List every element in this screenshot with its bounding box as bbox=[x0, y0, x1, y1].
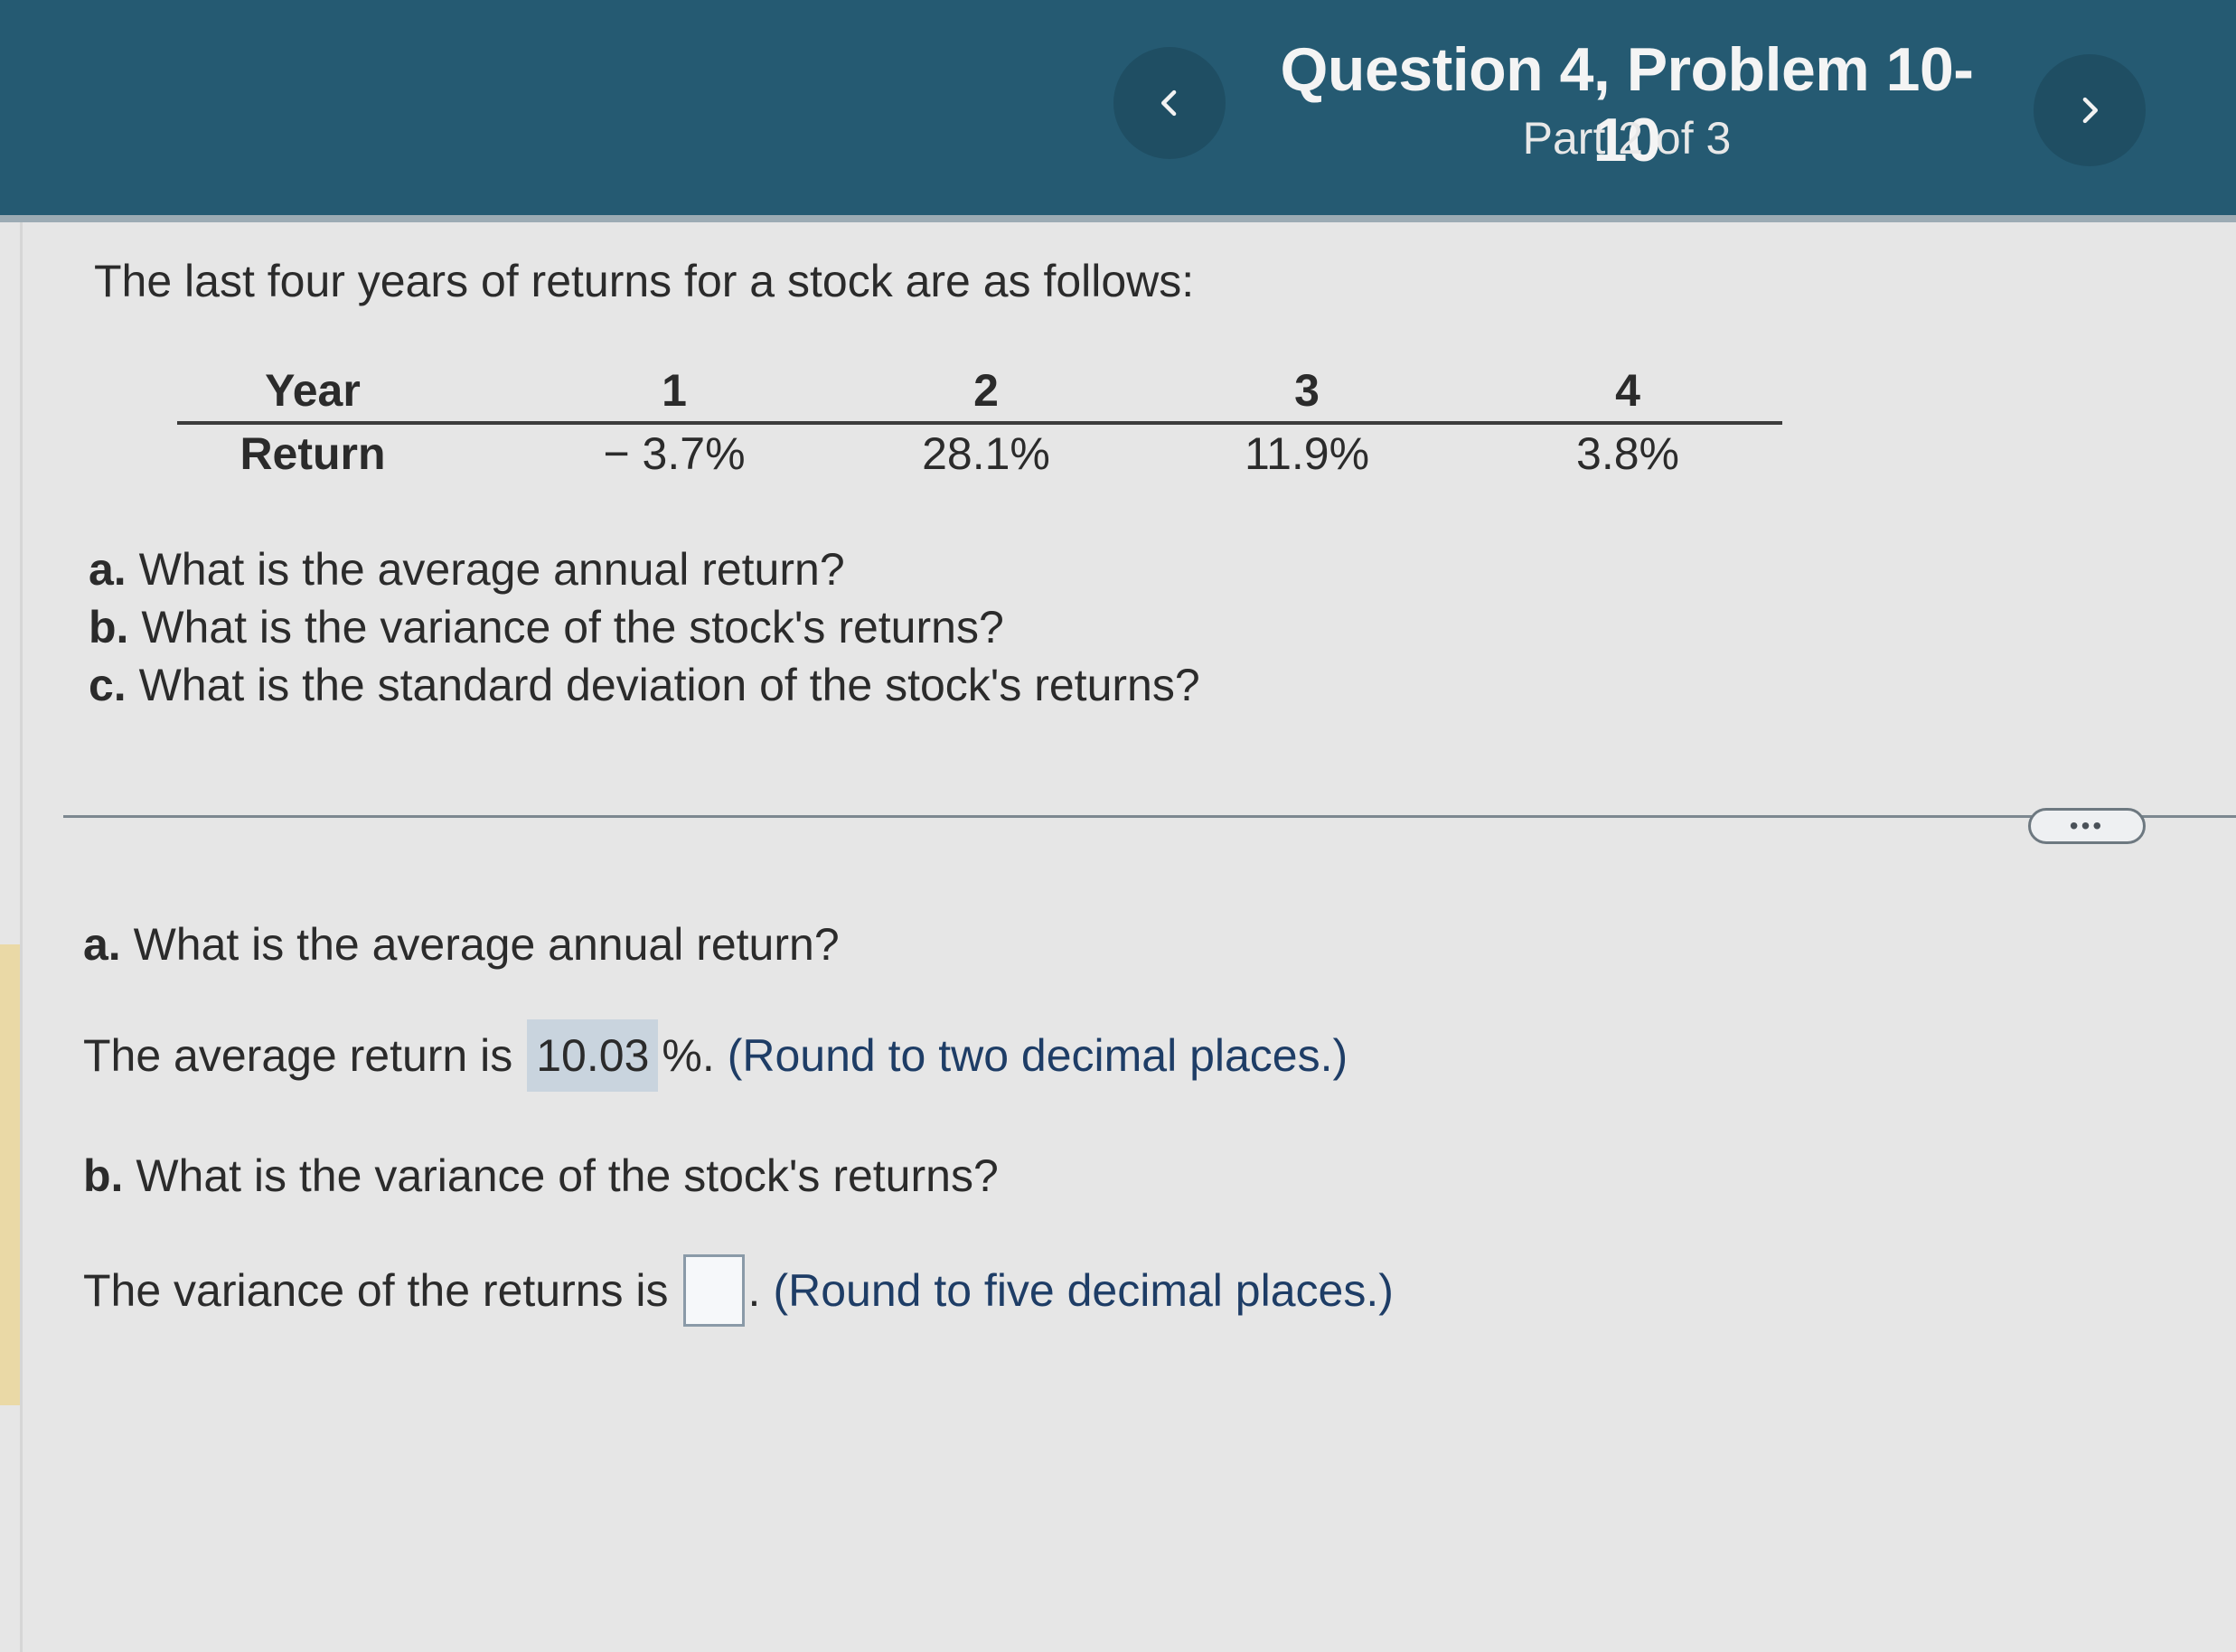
left-border bbox=[20, 221, 23, 1652]
rounding-hint: (Round to five decimal places.) bbox=[773, 1265, 1394, 1316]
header-shadow bbox=[0, 215, 2236, 222]
rounding-hint: (Round to two decimal places.) bbox=[727, 1030, 1348, 1081]
chevron-right-icon bbox=[2082, 97, 2099, 124]
part-a-answer-line: The average return is 10.03 %. (Round to… bbox=[83, 1019, 1348, 1092]
return-cell: 11.9% bbox=[1244, 428, 1370, 479]
year-cell: 1 bbox=[662, 365, 687, 416]
row-label-year: Year bbox=[265, 365, 361, 416]
part-indicator: Part 2 of 3 bbox=[1522, 113, 1732, 164]
variance-answer-input[interactable] bbox=[682, 1254, 745, 1327]
question-list: a. What is the average annual return? b.… bbox=[89, 540, 1200, 714]
list-item: a. What is the average annual return? bbox=[89, 544, 845, 595]
year-cell: 4 bbox=[1615, 365, 1640, 416]
year-cell: 2 bbox=[973, 365, 999, 416]
table-header-row: Year 1 2 3 4 bbox=[177, 357, 1782, 427]
part-a-question: a. What is the average annual return? bbox=[83, 919, 840, 970]
table-row: Return − 3.7% 28.1% 11.9% 3.8% bbox=[177, 427, 1782, 498]
previous-question-button[interactable] bbox=[1113, 47, 1226, 159]
returns-table: Year 1 2 3 4 Return − 3.7% 28.1% 11.9% 3… bbox=[177, 357, 1782, 498]
list-item: c. What is the standard deviation of the… bbox=[89, 660, 1200, 710]
row-label-return: Return bbox=[240, 428, 386, 479]
average-return-answer[interactable]: 10.03 bbox=[527, 1019, 659, 1092]
return-cell: 3.8% bbox=[1576, 428, 1679, 479]
section-divider bbox=[63, 815, 2236, 818]
left-accent-strip bbox=[0, 944, 20, 1405]
more-options-button[interactable]: ••• bbox=[2028, 808, 2146, 844]
next-question-button[interactable] bbox=[2034, 54, 2146, 166]
return-cell: − 3.7% bbox=[603, 428, 746, 479]
return-cell: 28.1% bbox=[922, 428, 1050, 479]
table-rule bbox=[177, 421, 1782, 425]
part-b-answer-line: The variance of the returns is . (Round … bbox=[83, 1254, 1394, 1327]
question-header: Question 4, Problem 10-10 Part 2 of 3 bbox=[0, 0, 2236, 221]
chevron-left-icon bbox=[1160, 89, 1177, 117]
list-item: b. What is the variance of the stock's r… bbox=[89, 602, 1004, 652]
part-b-question: b. What is the variance of the stock's r… bbox=[83, 1150, 999, 1201]
problem-intro: The last four years of returns for a sto… bbox=[94, 256, 1195, 306]
year-cell: 3 bbox=[1294, 365, 1320, 416]
